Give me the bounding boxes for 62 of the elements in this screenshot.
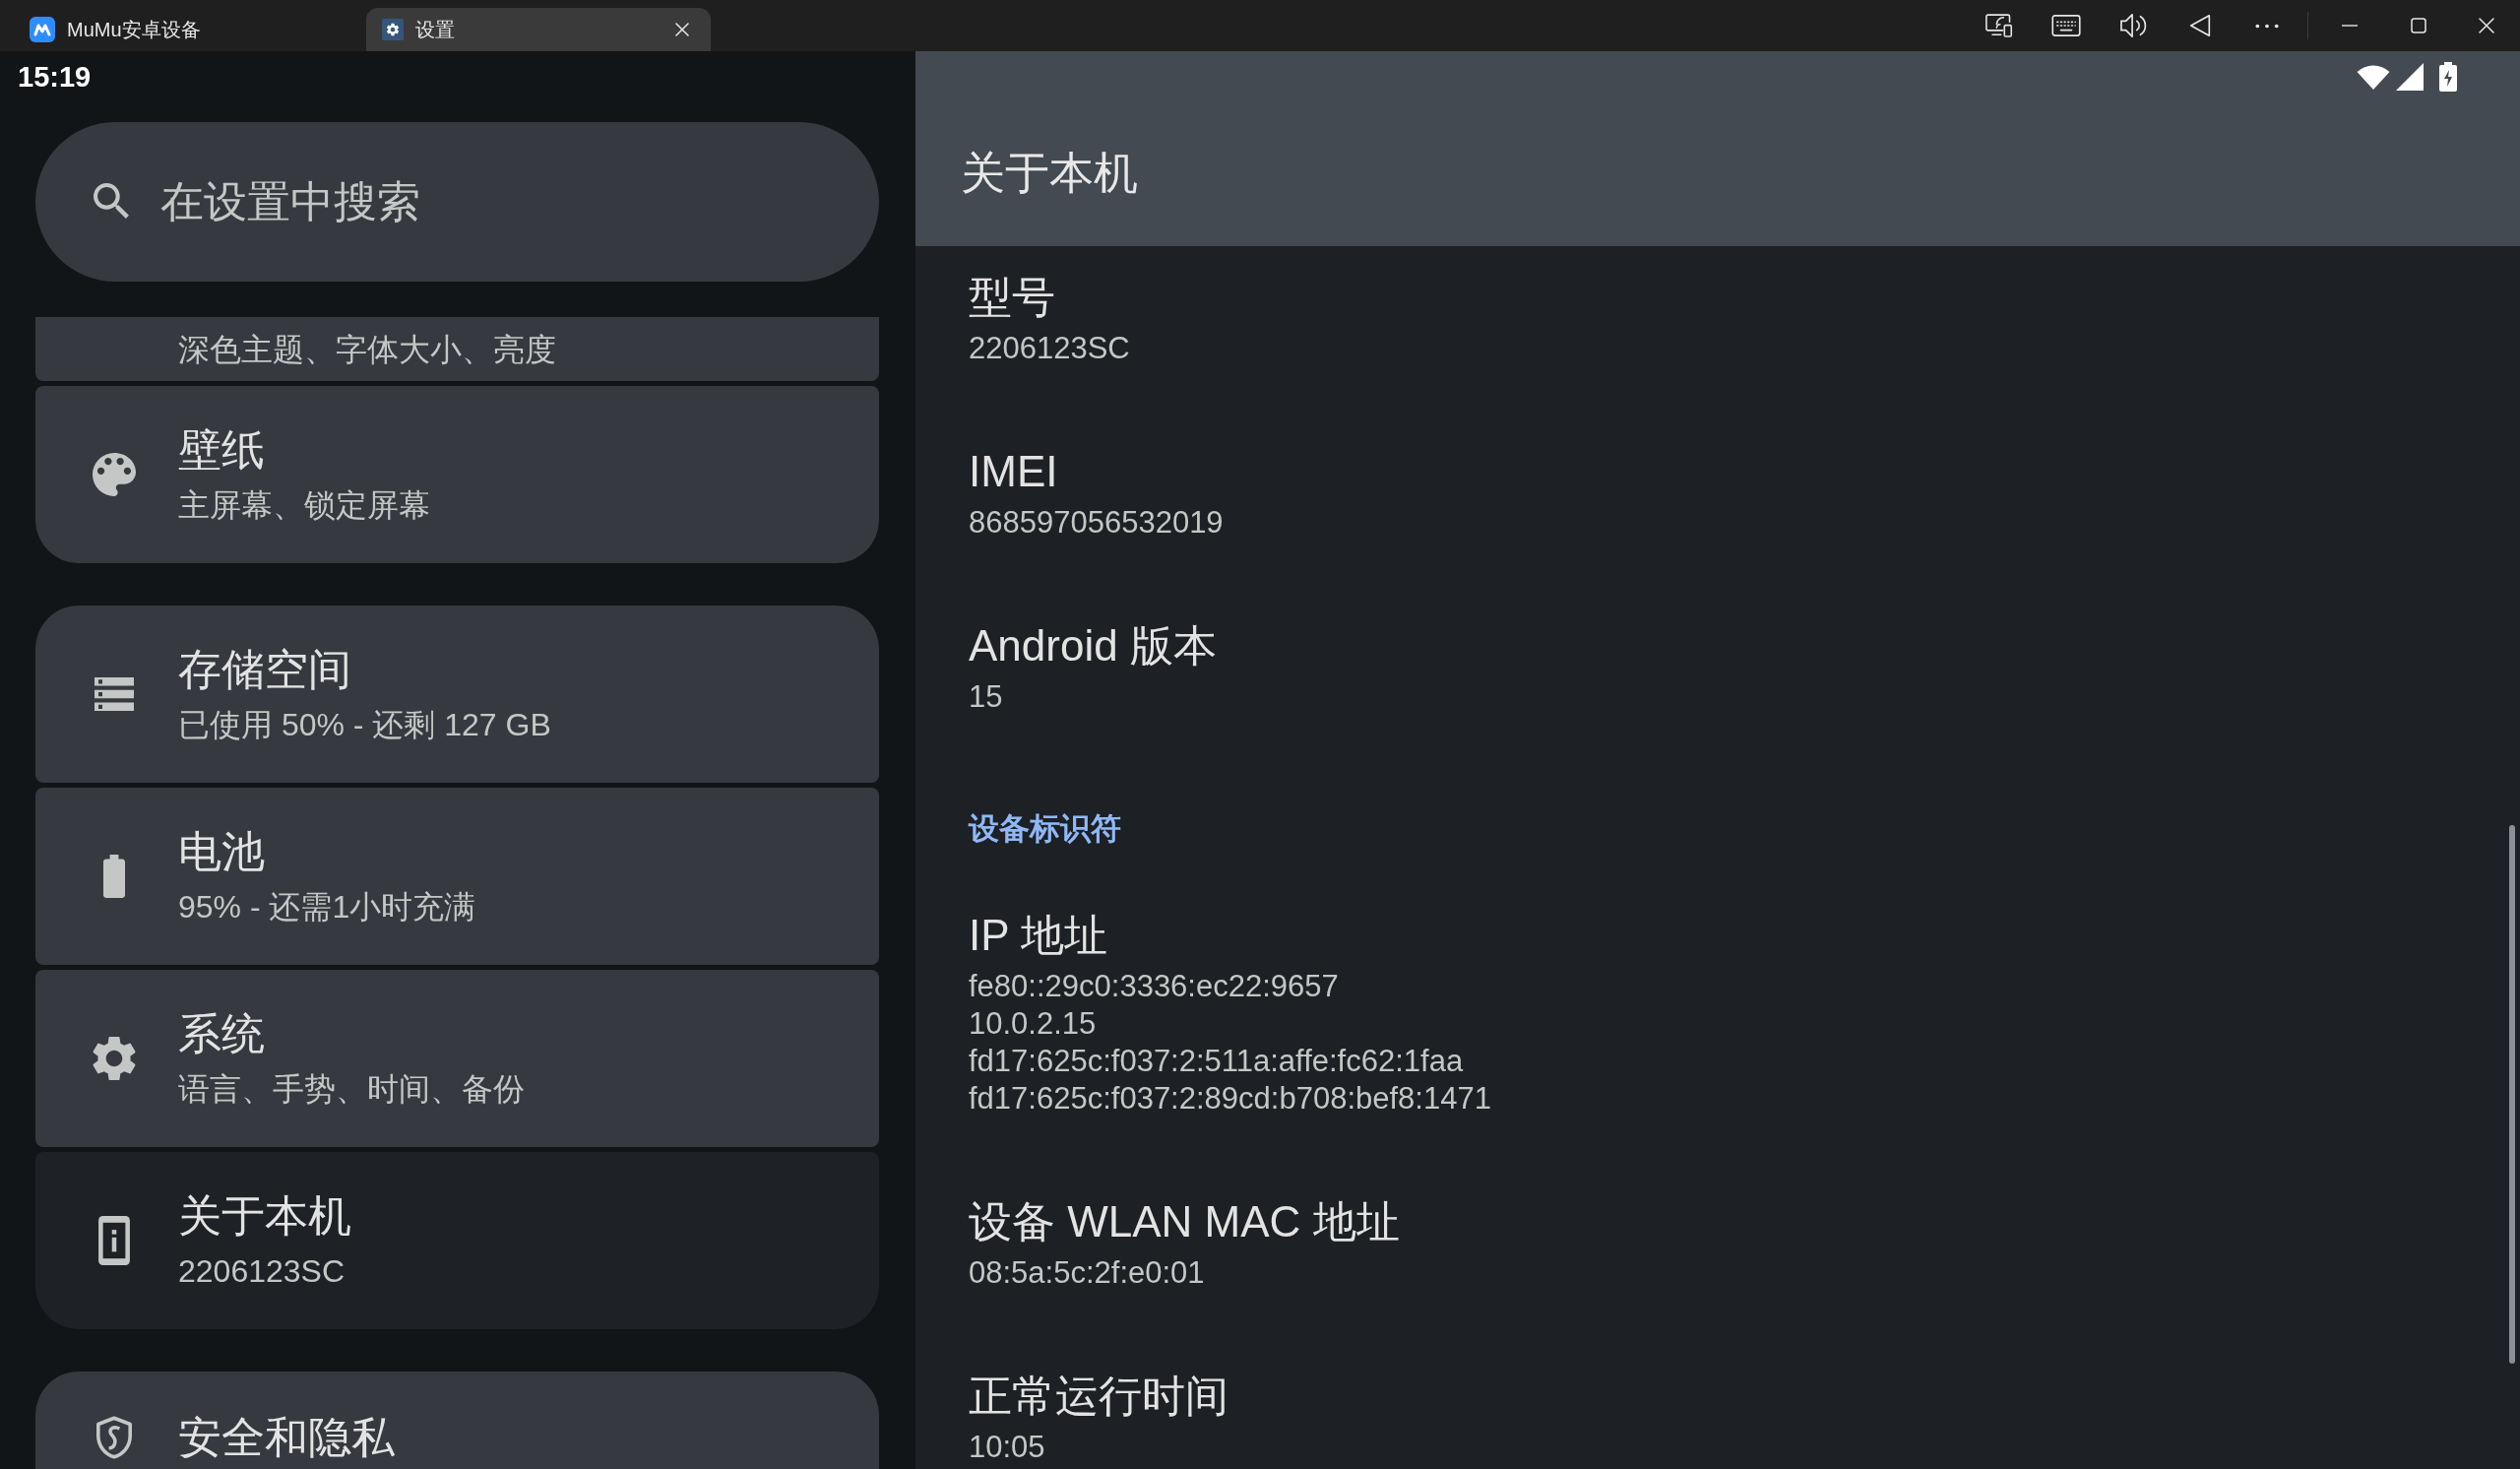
field-value: fd17:625c:f037:2:89cd:b708:bef8:1471 xyxy=(969,1080,1491,1118)
settings-item[interactable]: 安全和隐私 xyxy=(35,1372,879,1469)
field-label: IP 地址 xyxy=(969,910,1107,961)
search-icon xyxy=(94,183,131,221)
item-title: 存储空间 xyxy=(178,644,351,695)
settings-item[interactable]: 深色主题、字体大小、亮度 xyxy=(35,317,879,381)
item-title: 系统 xyxy=(178,1008,265,1059)
section-header: 设备标识符 xyxy=(969,810,1121,848)
item-title: 安全和隐私 xyxy=(178,1412,395,1463)
minimize-icon xyxy=(2342,25,2358,27)
item-subtitle: 主屏幕、锁定屏幕 xyxy=(178,486,430,525)
shield-icon xyxy=(96,1416,132,1459)
field-label: 正常运行时间 xyxy=(969,1371,1228,1422)
settings-item[interactable]: 系统 语言、手势、时间、备份 xyxy=(35,970,879,1147)
item-subtitle: 2206123SC xyxy=(178,1252,346,1291)
signal-icon xyxy=(2396,63,2424,91)
close-icon xyxy=(675,23,689,36)
search-field[interactable]: 在设置中搜索 xyxy=(35,122,879,282)
item-subtitle: 深色主题、字体大小、亮度 xyxy=(178,330,556,369)
app-logo-icon xyxy=(30,17,55,42)
field-label: 型号 xyxy=(969,272,1055,323)
page-title: 关于本机 xyxy=(961,147,1138,200)
settings-item[interactable]: 存储空间 已使用 50% - 还剩 127 GB xyxy=(35,606,879,783)
close-icon xyxy=(2479,18,2494,33)
field-value: 08:5a:5c:2f:e0:01 xyxy=(969,1254,1205,1292)
storage-icon xyxy=(94,677,134,711)
field-value: 10:05 xyxy=(969,1429,1045,1466)
battery-charging-icon xyxy=(2439,62,2457,92)
field-label: IMEI xyxy=(969,446,1058,497)
field-value: fe80::29c0:3336:ec22:9657 xyxy=(969,968,1339,1005)
field-value: 868597056532019 xyxy=(969,504,1224,542)
gear-icon xyxy=(93,1036,136,1081)
item-subtitle: 95% - 还需1小时充满 xyxy=(178,888,476,926)
field-value: 10.0.2.15 xyxy=(969,1005,1097,1043)
tab[interactable]: 设置 xyxy=(366,8,711,51)
phone-info-icon xyxy=(98,1216,130,1265)
settings-item[interactable]: 电池 95% - 还需1小时充满 xyxy=(35,788,879,965)
clock-time: 15:19 xyxy=(18,60,92,94)
item-title: 关于本机 xyxy=(178,1190,351,1242)
battery-icon xyxy=(103,855,125,898)
wifi-icon xyxy=(2357,64,2390,90)
maximize-icon xyxy=(2411,18,2426,33)
settings-item[interactable]: 关于本机 2206123SC xyxy=(35,1152,879,1329)
field-value: 2206123SC xyxy=(969,330,1130,367)
back-icon xyxy=(2189,13,2211,38)
more-icon xyxy=(2255,23,2279,29)
settings-item[interactable]: 壁纸 主屏幕、锁定屏幕 xyxy=(35,386,879,563)
item-title: 壁纸 xyxy=(178,424,265,476)
field-value: 15 xyxy=(969,678,1003,716)
tab[interactable]: MuMu安卓设备 xyxy=(14,8,358,51)
gear-icon xyxy=(382,19,404,40)
palette-icon xyxy=(93,453,136,496)
field-value: fd17:625c:f037:2:511a:affe:fc62:1faa xyxy=(969,1043,1464,1080)
item-title: 电池 xyxy=(178,826,265,877)
field-label: 设备 WLAN MAC 地址 xyxy=(969,1196,1400,1247)
monitor-phone-icon xyxy=(1985,13,2013,38)
field-label: Android 版本 xyxy=(969,620,1217,671)
scrollbar[interactable] xyxy=(2509,825,2515,1364)
item-subtitle: 语言、手势、时间、备份 xyxy=(178,1070,525,1109)
keyboard-icon xyxy=(2051,15,2081,36)
item-subtitle: 已使用 50% - 还剩 127 GB xyxy=(178,706,551,744)
speaker-icon xyxy=(2119,13,2147,38)
